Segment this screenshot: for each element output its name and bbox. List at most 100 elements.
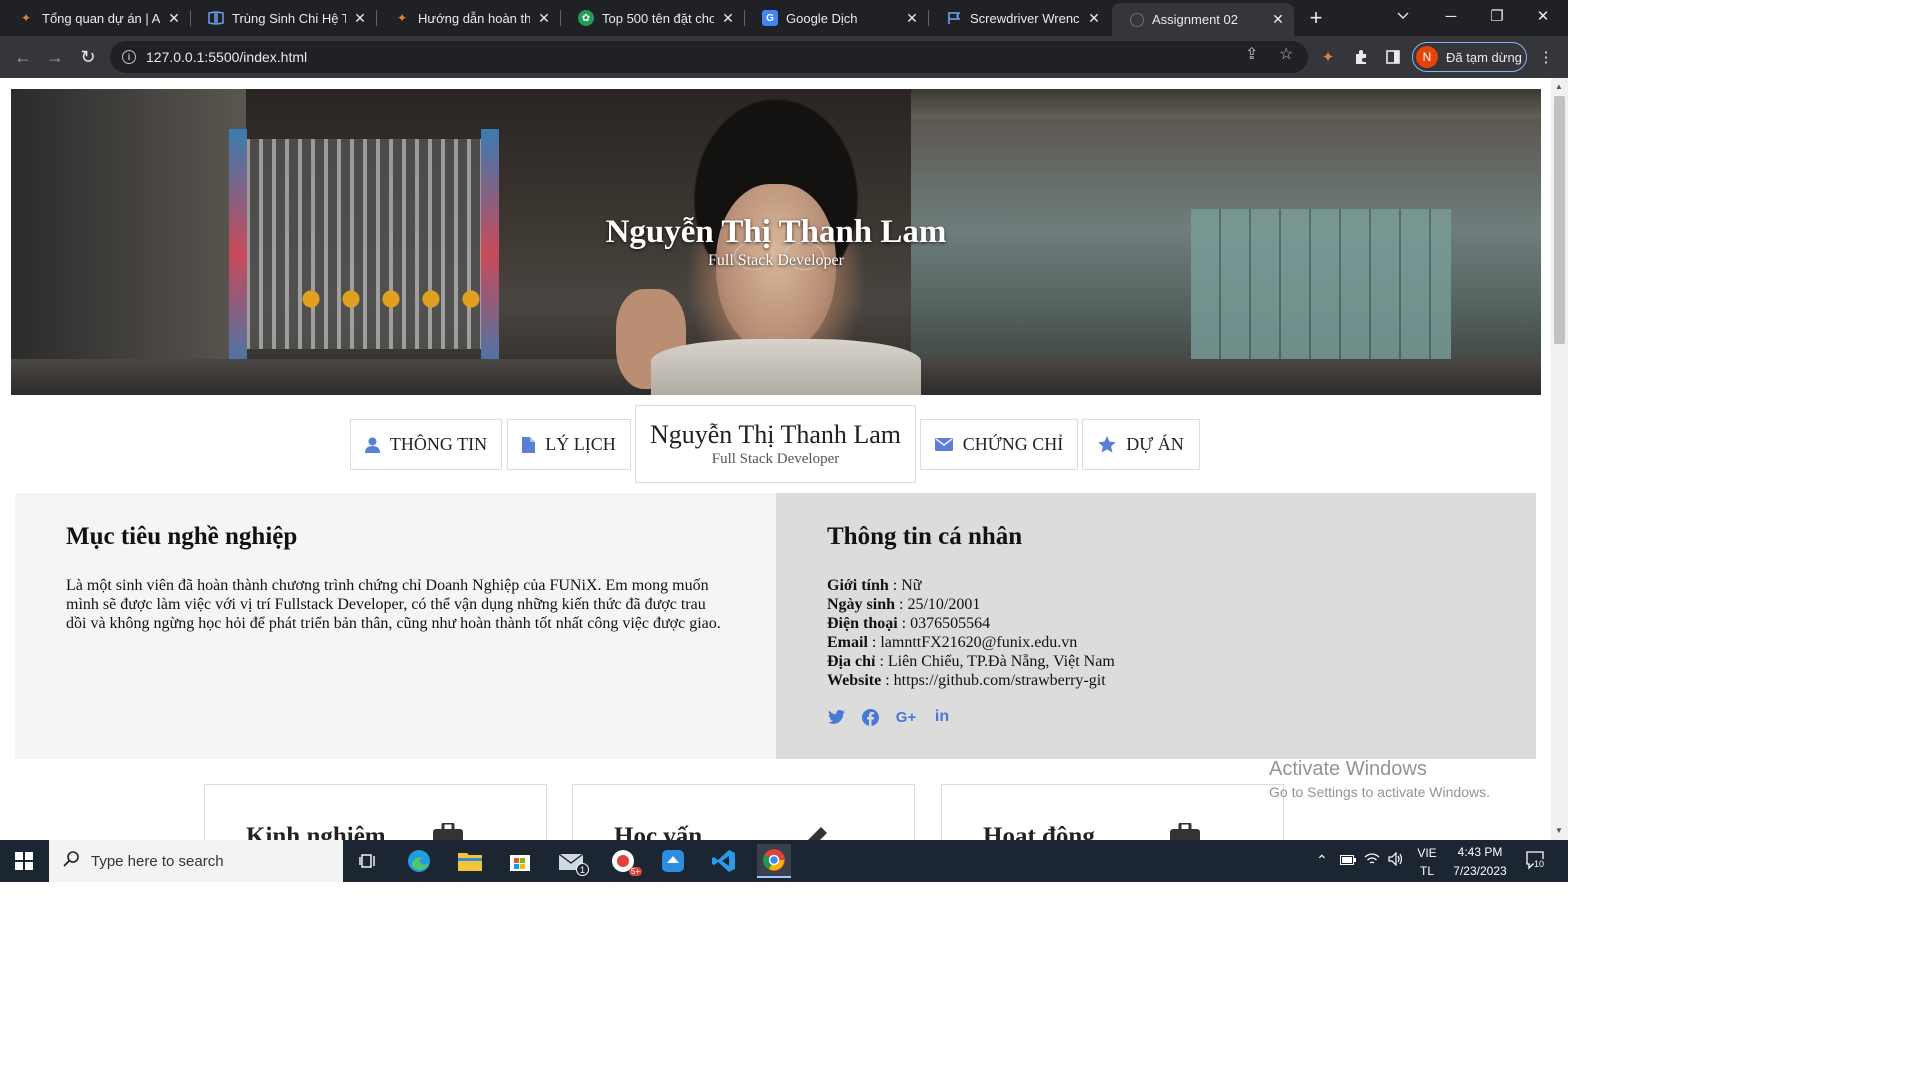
avatar: N bbox=[1416, 46, 1438, 68]
keyboard-layout: TL bbox=[1419, 864, 1434, 878]
reload-button[interactable]: ↻ bbox=[75, 44, 101, 70]
twitter-icon[interactable] bbox=[827, 708, 845, 726]
messenger-icon[interactable]: 5+ bbox=[606, 844, 642, 878]
nav-ly-lich[interactable]: LÝ LỊCH bbox=[507, 419, 631, 470]
tab-1[interactable]: ✦ Tổng quan dự án | As ✕ bbox=[0, 2, 190, 34]
windows-logo-icon bbox=[15, 852, 33, 870]
windows-taskbar: Type here to search 1 5+ ⌃ VIE TL 4:43 P… bbox=[0, 840, 1568, 882]
minimize-button[interactable]: ─ bbox=[1428, 0, 1474, 32]
extension-funix-icon[interactable]: ✦ bbox=[1317, 46, 1339, 68]
social-links: G+ in bbox=[827, 708, 951, 726]
tab-7-active[interactable]: Assignment 02 ✕ bbox=[1112, 3, 1294, 36]
scroll-down-arrow-icon[interactable]: ▼ bbox=[1555, 826, 1563, 835]
nav-brand[interactable]: Nguyễn Thị Thanh Lam Full Stack Develope… bbox=[635, 405, 916, 483]
close-icon[interactable]: ✕ bbox=[352, 10, 368, 26]
close-icon[interactable]: ✕ bbox=[1270, 11, 1286, 28]
wifi-icon[interactable] bbox=[1364, 852, 1380, 869]
facebook-icon[interactable] bbox=[861, 708, 879, 726]
green-leaf-icon: ✿ bbox=[578, 10, 594, 26]
tab-title: Assignment 02 bbox=[1152, 12, 1238, 27]
start-button[interactable] bbox=[0, 840, 48, 882]
card-experience[interactable]: Kinh nghiệm bbox=[204, 784, 547, 840]
profile-status-label: Đã tạm dừng bbox=[1446, 49, 1522, 65]
close-icon[interactable]: ✕ bbox=[1086, 10, 1102, 26]
hero-photo-sunflowers bbox=[291, 269, 511, 329]
task-view-icon[interactable] bbox=[351, 844, 385, 878]
extensions-puzzle-icon[interactable] bbox=[1350, 46, 1372, 68]
tab-5[interactable]: G Google Dịch ✕ bbox=[744, 2, 928, 34]
volume-icon[interactable] bbox=[1388, 851, 1404, 869]
funix-icon: ✦ bbox=[20, 11, 32, 25]
google-plus-icon[interactable]: G+ bbox=[895, 708, 917, 726]
tab-3[interactable]: ✦ Hướng dẫn hoàn thàn ✕ bbox=[376, 2, 560, 34]
nav-du-an[interactable]: DỰ ÁN bbox=[1082, 419, 1200, 470]
forward-button[interactable]: → bbox=[42, 44, 68, 70]
microsoft-store-icon[interactable] bbox=[503, 844, 537, 878]
info-row-email: Email : lamnttFX21620@funix.edu.vn bbox=[827, 634, 1078, 651]
nav-brand-role: Full Stack Developer bbox=[711, 451, 840, 467]
hero-banner: Nguyễn Thị Thanh Lam Full Stack Develope… bbox=[11, 89, 1541, 395]
info-row-website: Website : https://github.com/strawberry-… bbox=[827, 672, 1106, 689]
activate-windows-subtitle: Go to Settings to activate Windows. bbox=[1269, 784, 1490, 800]
close-icon[interactable]: ✕ bbox=[904, 10, 920, 26]
tab-strip: ✦ Tổng quan dự án | As ✕ Trùng Sinh Chi … bbox=[0, 0, 1568, 36]
tab-title: Hướng dẫn hoàn thàn bbox=[418, 10, 530, 26]
vscode-icon[interactable] bbox=[707, 844, 741, 878]
activate-windows-title: Activate Windows bbox=[1269, 758, 1427, 780]
hero-text: Nguyễn Thị Thanh Lam Full Stack Develope… bbox=[11, 214, 1541, 270]
new-tab-button[interactable]: + bbox=[1304, 6, 1328, 30]
nav-label: THÔNG TIN bbox=[389, 434, 488, 454]
side-panel-icon[interactable] bbox=[1382, 46, 1404, 68]
battery-icon[interactable] bbox=[1340, 852, 1356, 868]
flag-icon bbox=[946, 10, 962, 26]
pencil-icon bbox=[801, 823, 831, 840]
tab-6[interactable]: Screwdriver Wrench C ✕ bbox=[928, 2, 1110, 34]
profile-button[interactable]: N Đã tạm dừng bbox=[1412, 42, 1527, 72]
nav-thong-tin[interactable]: THÔNG TIN bbox=[350, 419, 502, 470]
browser-toolbar: ← → ↻ i 127.0.0.1:5500/index.html ⇪ ☆ ✦ … bbox=[0, 36, 1568, 78]
file-icon bbox=[522, 436, 536, 453]
tab-title: Screwdriver Wrench C bbox=[970, 10, 1080, 26]
input-language-indicator[interactable]: VIE TL bbox=[1412, 846, 1442, 878]
edge-icon[interactable] bbox=[402, 844, 436, 878]
taskbar-search-box[interactable]: Type here to search bbox=[49, 840, 343, 882]
share-icon[interactable]: ⇪ bbox=[1245, 44, 1258, 64]
nav-label: CHỨNG CHỈ bbox=[962, 434, 1064, 454]
close-icon[interactable]: ✕ bbox=[166, 10, 182, 26]
card-education[interactable]: Học vấn bbox=[572, 784, 915, 840]
scrollbar-thumb[interactable] bbox=[1554, 96, 1565, 344]
search-placeholder: Type here to search bbox=[91, 852, 224, 870]
globe-icon bbox=[1130, 12, 1144, 27]
info-row-phone: Điện thoại : 0376505564 bbox=[827, 615, 991, 632]
tab-4[interactable]: ✿ Top 500 tên đặt cho c ✕ bbox=[560, 2, 744, 34]
close-icon[interactable]: ✕ bbox=[720, 10, 736, 26]
tab-2[interactable]: Trùng Sinh Chi Hệ Thố ✕ bbox=[190, 2, 376, 34]
show-hidden-icons-chevron-icon[interactable]: ⌃ bbox=[1316, 852, 1328, 869]
briefcase-icon bbox=[1170, 821, 1200, 840]
url-text: 127.0.0.1:5500/index.html bbox=[146, 49, 308, 65]
back-button[interactable]: ← bbox=[10, 44, 36, 70]
book-icon bbox=[208, 10, 224, 26]
remote-app-icon[interactable] bbox=[656, 844, 690, 878]
linkedin-icon[interactable]: in bbox=[933, 708, 951, 726]
briefcase-icon bbox=[433, 821, 463, 840]
nav-label: DỰ ÁN bbox=[1126, 434, 1184, 454]
close-window-button[interactable]: ✕ bbox=[1520, 0, 1566, 32]
bookmark-star-icon[interactable]: ☆ bbox=[1279, 44, 1293, 64]
chrome-icon[interactable] bbox=[757, 844, 791, 878]
close-icon[interactable]: ✕ bbox=[536, 10, 552, 26]
clock[interactable]: 4:43 PM 7/23/2023 bbox=[1446, 845, 1514, 878]
info-icon[interactable]: i bbox=[122, 50, 136, 64]
notification-center-button[interactable]: 10 bbox=[1525, 850, 1545, 873]
address-bar[interactable]: i 127.0.0.1:5500/index.html bbox=[110, 41, 1308, 73]
mail-icon[interactable]: 1 bbox=[555, 844, 589, 878]
page-scrollbar[interactable]: ▲ ▼ bbox=[1551, 78, 1568, 840]
tab-search-button[interactable] bbox=[1380, 0, 1426, 32]
nav-chung-chi[interactable]: CHỨNG CHỈ bbox=[920, 419, 1078, 470]
scroll-up-arrow-icon[interactable]: ▲ bbox=[1555, 82, 1563, 91]
user-icon bbox=[364, 437, 380, 453]
file-explorer-icon[interactable] bbox=[453, 844, 487, 878]
restore-button[interactable]: ❐ bbox=[1474, 0, 1520, 32]
menu-kebab-icon[interactable]: ⋮ bbox=[1535, 46, 1557, 68]
card-activities[interactable]: Hoạt động bbox=[941, 784, 1284, 840]
